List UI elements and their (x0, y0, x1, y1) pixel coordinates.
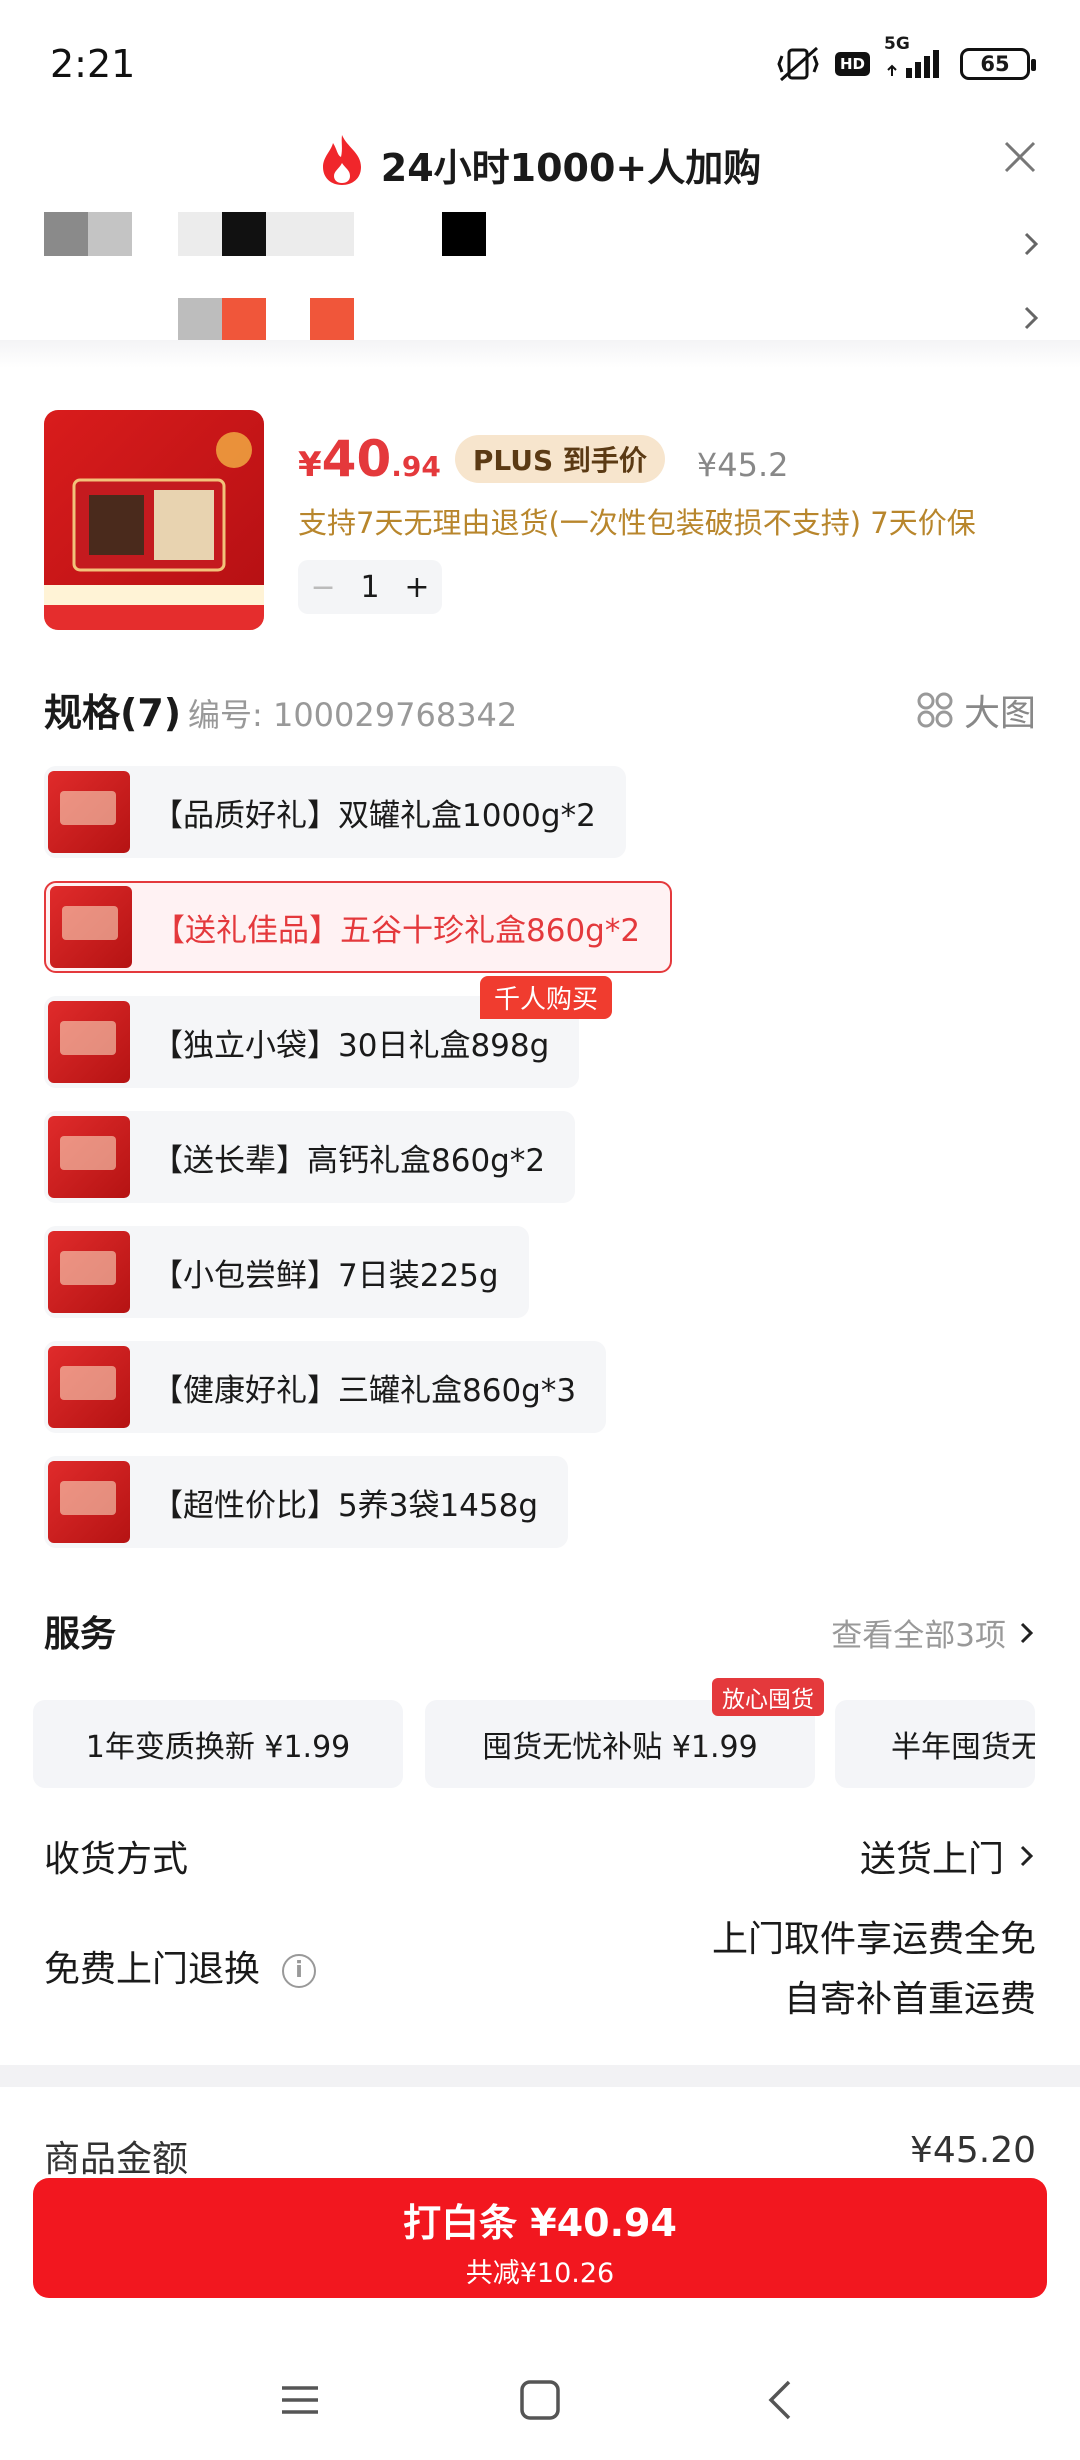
back-icon (768, 2380, 791, 2420)
delivery-label: 收货方式 (44, 1839, 189, 1880)
home-icon (520, 2380, 560, 2420)
chevron-right-icon (1024, 232, 1039, 256)
nav-menu-button[interactable] (270, 2370, 330, 2430)
variant-thumbnail (48, 1346, 130, 1428)
guarantee-text: 支持7天无理由退货(一次性包装破损不支持) 7天价保 (298, 506, 976, 540)
big-image-label: 大图 (963, 693, 1036, 734)
chevron-right-icon (1020, 1622, 1034, 1643)
plus-price-tag: PLUS 到手价 (454, 435, 665, 483)
redacted-block (310, 298, 354, 342)
variant-label: 【健康好礼】三罐礼盒860g*3 (152, 1372, 577, 1409)
price-integer: 40 (321, 430, 392, 488)
network-label: 5G (884, 34, 910, 54)
chevron-right-icon (1020, 1845, 1034, 1867)
variant-option[interactable]: 【超性价比】5养3袋1458g (44, 1456, 569, 1548)
delivery-selector[interactable]: 送货上门 (860, 1830, 1036, 1882)
nav-back-button[interactable] (750, 2370, 810, 2430)
variant-thumbnail (48, 1001, 130, 1083)
total-value: ¥45.20 (910, 2130, 1036, 2171)
quantity-value[interactable]: 1 (360, 570, 379, 605)
flame-icon (319, 133, 365, 196)
hd-icon: HD (834, 52, 870, 76)
quantity-plus-button[interactable]: + (404, 570, 429, 605)
variant-thumbnail (48, 1461, 130, 1543)
variant-option[interactable]: 【品质好礼】双罐礼盒1000g*2 (44, 766, 626, 858)
variant-option-selected[interactable]: 【送礼佳品】五谷十珍礼盒860g*2 (44, 881, 673, 973)
address-row[interactable] (0, 212, 1080, 282)
status-icons: HD 5G 65 (777, 34, 1036, 84)
spec-code: 编号: 100029768342 (188, 696, 518, 734)
service-option[interactable]: 半年囤货无 (835, 1700, 1035, 1788)
spec-title: 规格(7) (44, 691, 182, 735)
variant-thumbnail (48, 1116, 130, 1198)
chevron-right-icon (1024, 306, 1039, 330)
delivery-value: 送货上门 (859, 1839, 1004, 1880)
variant-thumbnail (48, 1231, 130, 1313)
variant-label: 【品质好礼】双罐礼盒1000g*2 (152, 797, 596, 834)
redacted-block (222, 298, 266, 342)
redacted-block (310, 212, 354, 256)
redacted-block (222, 212, 266, 256)
return-line-1: 上门取件享运费全免 (711, 1919, 1036, 1960)
system-nav-bar (0, 2340, 1080, 2460)
nav-home-button[interactable] (510, 2370, 570, 2430)
price-row: ¥40.94 PLUS 到手价 ¥45.2 (298, 430, 789, 489)
service-option[interactable]: 1年变质换新 ¥1.99 (33, 1700, 403, 1788)
variant-label: 【送长辈】高钙礼盒860g*2 (152, 1142, 546, 1179)
variant-option[interactable]: 【健康好礼】三罐礼盒860g*3 (44, 1341, 607, 1433)
total-label: 商品金额 (44, 2139, 189, 2180)
price-decimal: .94 (391, 450, 441, 483)
vibrate-off-icon (777, 44, 821, 84)
variant-label: 【超性价比】5养3袋1458g (152, 1487, 539, 1524)
price-currency: ¥ (298, 445, 322, 485)
variant-option[interactable]: 【小包尝鲜】7日装225g (44, 1226, 529, 1318)
sheet-header: 24小时1000+人加购 (0, 125, 1080, 195)
return-label-row: 免费上门退换 i (44, 1940, 317, 1992)
menu-icon (282, 2386, 318, 2414)
section-divider (0, 2065, 1080, 2087)
variant-label: 【送礼佳品】五谷十珍礼盒860g*2 (154, 912, 641, 949)
status-bar: 2:21 HD 5G 65 (0, 0, 1080, 130)
redacted-block (178, 212, 222, 256)
5g-signal-icon: 5G (884, 34, 946, 82)
pay-button[interactable]: 打白条 ¥40.94 共减¥10.26 (33, 2178, 1047, 2298)
battery-icon: 65 (960, 48, 1036, 80)
pay-button-label: 打白条 ¥40.94 (403, 2201, 677, 2245)
sheet-title-text: 24小时1000+人加购 (380, 146, 762, 190)
sheet-title: 24小时1000+人加购 (0, 133, 1080, 196)
variant-thumbnail (48, 771, 130, 853)
variant-thumbnail (50, 886, 132, 968)
info-icon[interactable]: i (282, 1954, 317, 1988)
quantity-minus-button[interactable]: − (310, 570, 335, 605)
hot-badge: 千人购买 (480, 976, 613, 1019)
quantity-stepper: − 1 + (298, 560, 442, 614)
redacted-block (44, 212, 88, 256)
status-time: 2:21 (50, 42, 136, 86)
current-price: ¥40.94 (298, 430, 441, 488)
return-label: 免费上门退换 (44, 1949, 261, 1990)
grid-icon (917, 692, 953, 728)
services-more-label: 查看全部3项 (831, 1618, 1006, 1654)
services-title: 服务 (44, 1614, 117, 1655)
return-line-2: 自寄补首重运费 (783, 1979, 1036, 2020)
redacted-block (88, 212, 132, 256)
pay-button-discount: 共减¥10.26 (465, 2258, 615, 2289)
variant-option[interactable]: 【送长辈】高钙礼盒860g*2 (44, 1111, 576, 1203)
original-price: ¥45.2 (696, 446, 789, 484)
service-tag: 放心囤货 (712, 1678, 824, 1716)
services-more-link[interactable]: 查看全部3项 (831, 1610, 1036, 1655)
variant-label: 【独立小袋】30日礼盒898g (152, 1027, 550, 1064)
variant-label: 【小包尝鲜】7日装225g (152, 1257, 499, 1294)
big-image-button[interactable]: 大图 (916, 684, 1036, 736)
close-button[interactable] (1000, 137, 1040, 177)
section-divider (0, 340, 1080, 368)
product-image[interactable] (44, 410, 264, 630)
redacted-block (178, 298, 222, 342)
redacted-block (266, 212, 310, 256)
close-icon (1004, 141, 1036, 173)
redacted-block (442, 212, 486, 256)
